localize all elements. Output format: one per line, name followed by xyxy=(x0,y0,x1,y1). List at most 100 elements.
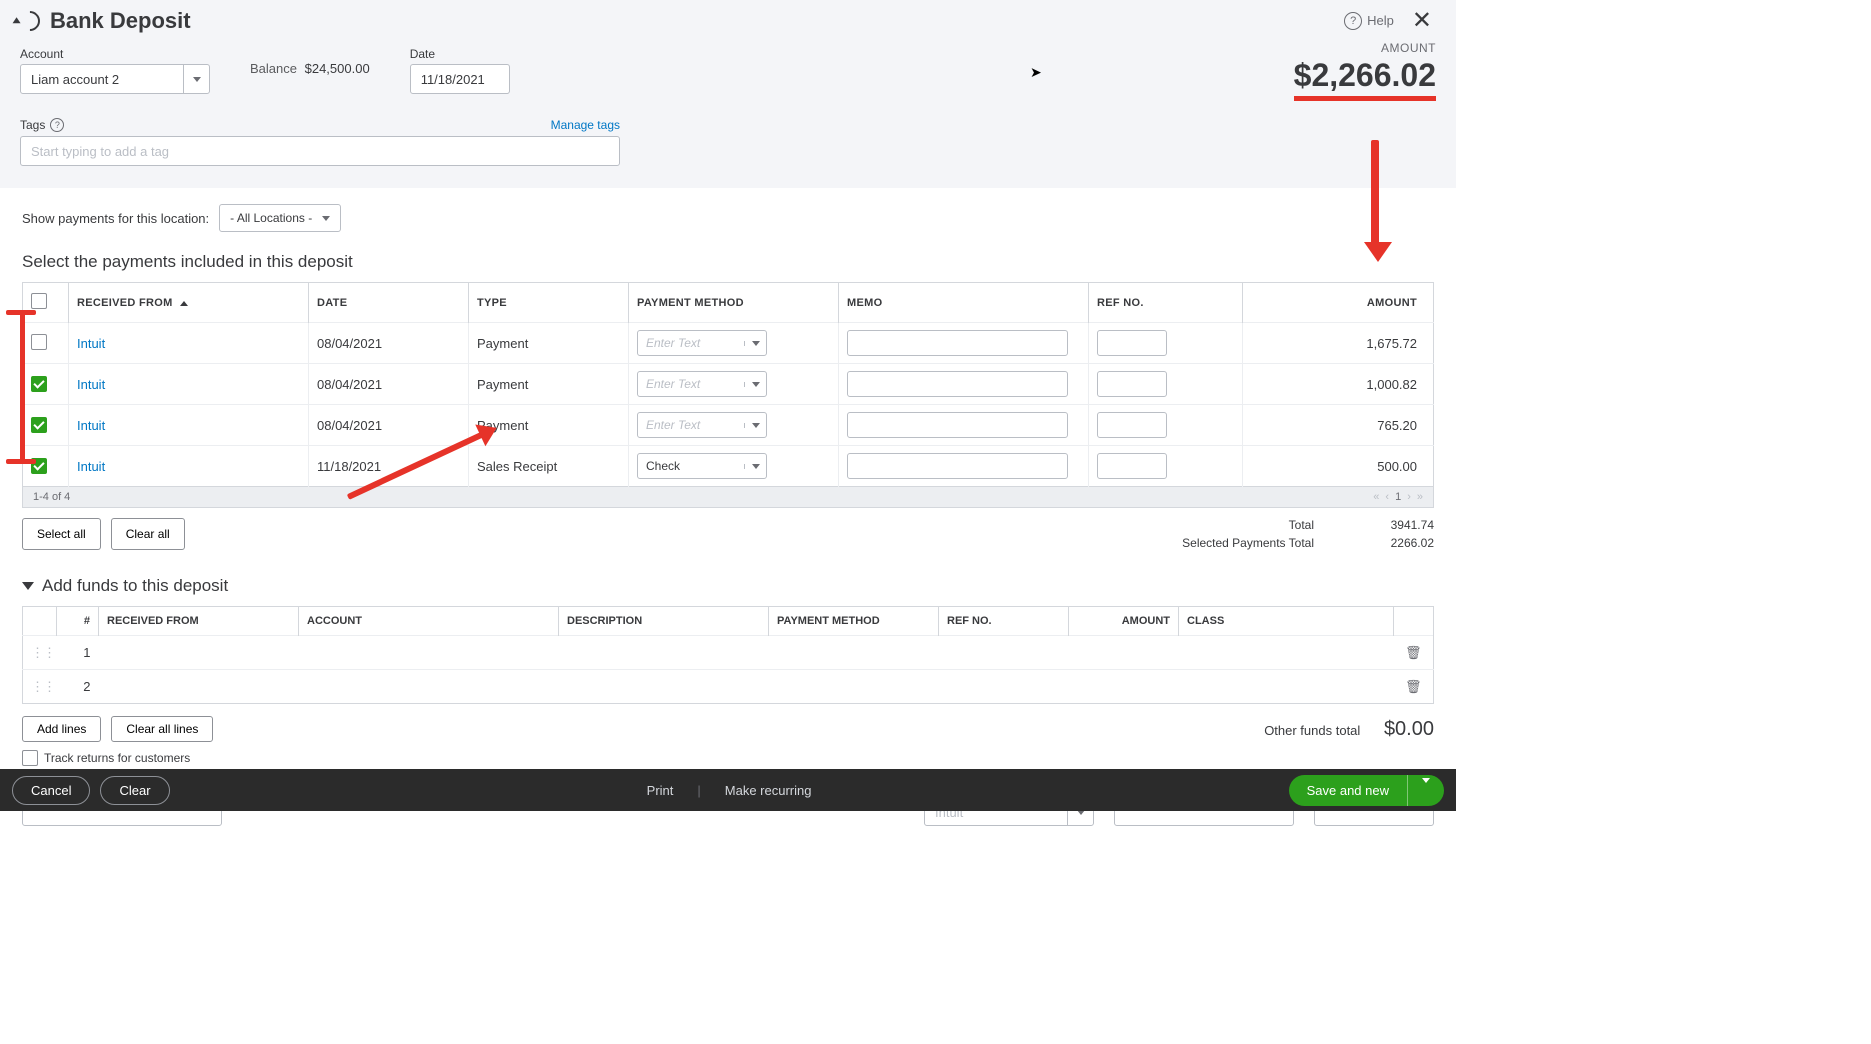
received-from-link[interactable]: Intuit xyxy=(77,459,105,474)
memo-input[interactable] xyxy=(847,412,1068,438)
history-icon[interactable] xyxy=(16,6,44,34)
save-and-new-button[interactable]: Save and new xyxy=(1289,775,1444,806)
help-link[interactable]: ? Help xyxy=(1344,12,1394,30)
location-select[interactable]: - All Locations - xyxy=(219,204,341,232)
close-icon[interactable]: ✕ xyxy=(1408,6,1436,35)
row-type: Payment xyxy=(469,323,629,364)
row-checkbox[interactable] xyxy=(31,334,47,350)
cell-ref[interactable] xyxy=(939,636,1069,670)
received-from-link[interactable]: Intuit xyxy=(77,377,105,392)
chevron-down-icon xyxy=(744,382,766,387)
col-received-from: RECEIVED FROM xyxy=(99,607,299,636)
help-icon[interactable]: ? xyxy=(50,118,64,132)
ref-input[interactable] xyxy=(1097,412,1167,438)
payment-method-select[interactable]: Enter Text xyxy=(637,412,767,438)
drag-handle-icon[interactable]: ⋮⋮ xyxy=(31,679,55,694)
col-description: DESCRIPTION xyxy=(559,607,769,636)
annotation-underline xyxy=(1294,96,1436,101)
row-number: 1 xyxy=(57,636,99,670)
cell-amount[interactable] xyxy=(1069,670,1179,704)
table-row: Intuit 08/04/2021 Payment Enter Text 765… xyxy=(23,405,1434,446)
col-ref[interactable]: REF NO. xyxy=(1089,283,1243,323)
cell-description[interactable] xyxy=(559,636,769,670)
track-returns-checkbox[interactable] xyxy=(22,750,38,766)
clear-all-button[interactable]: Clear all xyxy=(111,518,185,550)
pager-range: 1-4 of 4 xyxy=(33,491,70,503)
account-field-label: Account xyxy=(20,47,210,61)
cell-received-from[interactable] xyxy=(99,636,299,670)
add-lines-button[interactable]: Add lines xyxy=(22,716,101,742)
page-title: Bank Deposit xyxy=(50,8,191,34)
cell-account[interactable] xyxy=(299,670,559,704)
memo-input[interactable] xyxy=(847,330,1068,356)
received-from-link[interactable]: Intuit xyxy=(77,418,105,433)
clear-button[interactable]: Clear xyxy=(100,776,169,805)
col-received-from[interactable]: RECEIVED FROM xyxy=(69,283,309,323)
row-checkbox[interactable] xyxy=(31,458,47,474)
ref-input[interactable] xyxy=(1097,371,1167,397)
drag-handle-icon[interactable]: ⋮⋮ xyxy=(31,645,55,660)
row-checkbox[interactable] xyxy=(31,376,47,392)
totals: Total 3941.74 Selected Payments Total 22… xyxy=(1134,518,1434,550)
account-select[interactable]: Liam account 2 xyxy=(20,64,210,94)
cursor-icon: ➤ xyxy=(1030,64,1042,81)
ref-input[interactable] xyxy=(1097,453,1167,479)
payment-method-select[interactable]: Enter Text xyxy=(637,330,767,356)
cell-class[interactable] xyxy=(1179,670,1394,704)
chevron-down-icon xyxy=(183,65,209,93)
table-row: ⋮⋮ 1 🗑 xyxy=(23,636,1434,670)
memo-input[interactable] xyxy=(847,453,1068,479)
col-memo[interactable]: MEMO xyxy=(839,283,1089,323)
cell-payment-method[interactable] xyxy=(769,670,939,704)
row-amount: 500.00 xyxy=(1243,446,1434,487)
select-all-checkbox[interactable] xyxy=(31,293,47,309)
cell-description[interactable] xyxy=(559,670,769,704)
cell-account[interactable] xyxy=(299,636,559,670)
trash-icon[interactable]: 🗑 xyxy=(1405,645,1422,660)
col-type[interactable]: TYPE xyxy=(469,283,629,323)
cell-payment-method[interactable] xyxy=(769,636,939,670)
payment-method-select[interactable]: Enter Text xyxy=(637,371,767,397)
chevron-down-icon xyxy=(322,216,330,221)
table-row: Intuit 11/18/2021 Sales Receipt Check 50… xyxy=(23,446,1434,487)
row-date: 08/04/2021 xyxy=(309,405,469,446)
cell-amount[interactable] xyxy=(1069,636,1179,670)
col-payment-method[interactable]: PAYMENT METHOD xyxy=(629,283,839,323)
manage-tags-link[interactable]: Manage tags xyxy=(551,118,620,132)
row-amount: 1,675.72 xyxy=(1243,323,1434,364)
row-date: 08/04/2021 xyxy=(309,323,469,364)
trash-icon[interactable]: 🗑 xyxy=(1405,679,1422,694)
funds-section-toggle[interactable]: Add funds to this deposit xyxy=(22,554,1434,606)
col-class: CLASS xyxy=(1179,607,1394,636)
col-amount: AMOUNT xyxy=(1069,607,1179,636)
cell-class[interactable] xyxy=(1179,636,1394,670)
ref-input[interactable] xyxy=(1097,330,1167,356)
received-from-link[interactable]: Intuit xyxy=(77,336,105,351)
sort-asc-icon xyxy=(180,301,188,306)
col-date[interactable]: DATE xyxy=(309,283,469,323)
cell-ref[interactable] xyxy=(939,670,1069,704)
table-row: Intuit 08/04/2021 Payment Enter Text 1,6… xyxy=(23,323,1434,364)
clear-all-lines-button[interactable]: Clear all lines xyxy=(111,716,213,742)
row-type: Payment xyxy=(469,405,629,446)
tags-input[interactable]: Start typing to add a tag xyxy=(20,136,620,166)
payments-section-title: Select the payments included in this dep… xyxy=(22,244,1434,282)
payment-method-select[interactable]: Check xyxy=(637,453,767,479)
select-all-button[interactable]: Select all xyxy=(22,518,101,550)
location-filter-label: Show payments for this location: xyxy=(22,211,209,226)
memo-input[interactable] xyxy=(847,371,1068,397)
date-input[interactable]: 11/18/2021 xyxy=(410,64,510,94)
footer-bar: Cancel Clear Print | Make recurring Save… xyxy=(0,769,1456,811)
make-recurring-link[interactable]: Make recurring xyxy=(725,783,812,798)
cancel-button[interactable]: Cancel xyxy=(12,776,90,805)
col-amount[interactable]: AMOUNT xyxy=(1243,283,1434,323)
date-field-label: Date xyxy=(410,47,510,61)
row-type: Sales Receipt xyxy=(469,446,629,487)
account-balance: Balance $24,500.00 xyxy=(250,61,370,81)
save-dropdown-toggle[interactable] xyxy=(1407,775,1444,806)
pager[interactable]: «‹1›» xyxy=(1373,491,1423,503)
row-amount: 1,000.82 xyxy=(1243,364,1434,405)
print-link[interactable]: Print xyxy=(647,783,674,798)
row-checkbox[interactable] xyxy=(31,417,47,433)
cell-received-from[interactable] xyxy=(99,670,299,704)
